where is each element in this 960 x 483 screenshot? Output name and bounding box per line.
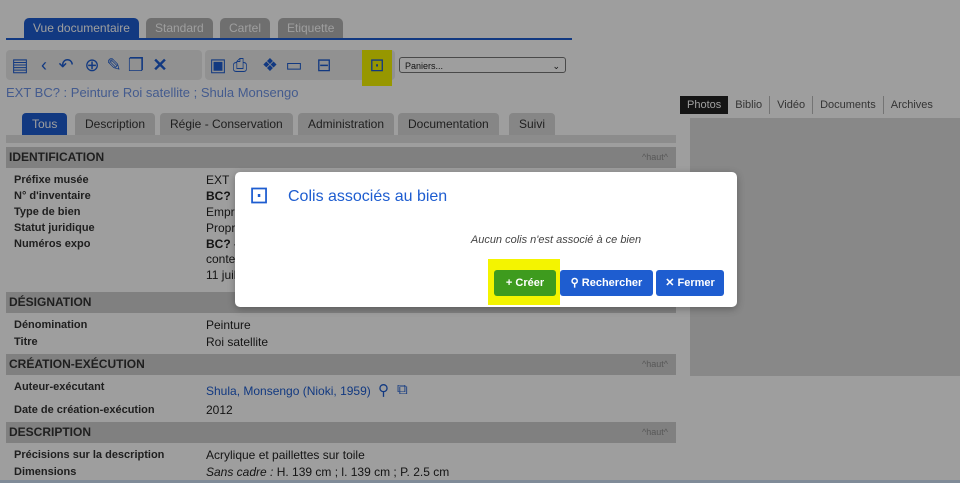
plus-icon: + <box>505 277 513 289</box>
close-label: Fermer <box>677 277 715 289</box>
cart-icon: ⊡ <box>249 182 270 209</box>
colis-dialog: ⊡ Colis associés au bien Aucun colis n'e… <box>235 172 737 307</box>
search-button[interactable]: ⚲ Rechercher <box>560 270 653 296</box>
close-icon: ✕ <box>665 277 675 289</box>
close-button[interactable]: ✕ Fermer <box>656 270 724 296</box>
dialog-message: Aucun colis n'est associé à ce bien <box>470 234 642 246</box>
search-label: Rechercher <box>581 277 643 289</box>
create-button[interactable]: + Créer <box>494 270 556 296</box>
dialog-title: Colis associés au bien <box>288 188 448 205</box>
create-label: Créer <box>515 277 545 289</box>
search-icon: ⚲ <box>570 277 579 289</box>
